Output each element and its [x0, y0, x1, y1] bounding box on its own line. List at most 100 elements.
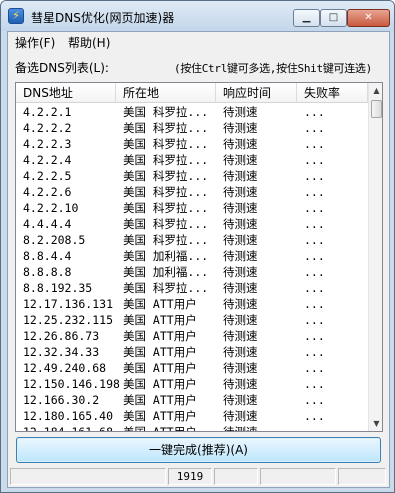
- table-row[interactable]: 12.166.30.2 美国 ATT用户 待测速...: [16, 392, 368, 408]
- location-cell: 美国 ATT用户: [123, 361, 197, 375]
- response-time-cell: 待测速: [223, 297, 258, 311]
- status-panel-1: [10, 468, 166, 485]
- location-cell: 美国 科罗拉...: [123, 217, 209, 231]
- failure-rate-cell: ...: [304, 233, 325, 247]
- location-cell: 美国 科罗拉...: [123, 137, 209, 151]
- dns-address-cell: 8.2.208.5: [23, 233, 86, 247]
- failure-rate-cell: ...: [304, 137, 325, 151]
- table-row[interactable]: 8.8.4.4 美国 加利福... 待测速...: [16, 248, 368, 264]
- one-click-optimize-button[interactable]: 一键完成(推荐)(A): [16, 437, 381, 463]
- table-row[interactable]: 12.17.136.131 美国 ATT用户 待测速...: [16, 296, 368, 312]
- dns-address-cell: 4.4.4.4: [23, 217, 72, 231]
- response-time-cell: 待测速: [223, 249, 258, 263]
- dns-address-cell: 12.150.146.198: [23, 377, 119, 391]
- location-cell: 美国 ATT用户: [123, 425, 197, 432]
- table-row[interactable]: 8.8.192.35 美国 科罗拉... 待测速...: [16, 280, 368, 296]
- title-bar[interactable]: ⚡ 彗星DNS优化(网页加速)器 ▁ □ ✕: [1, 1, 394, 31]
- column-header-location[interactable]: 所在地: [116, 83, 216, 103]
- response-time-cell: 待测速: [223, 105, 258, 119]
- minimize-button[interactable]: ▁: [293, 9, 320, 27]
- location-cell: 美国 科罗拉...: [123, 201, 209, 215]
- dns-address-cell: 8.8.192.35: [23, 281, 93, 295]
- dns-address-cell: 12.166.30.2: [23, 393, 100, 407]
- table-row[interactable]: 12.184.161.68 美国 ATT用户 待测速...: [16, 424, 368, 432]
- location-cell: 美国 科罗拉...: [123, 281, 209, 295]
- scroll-up-icon[interactable]: ▲: [369, 83, 382, 98]
- scroll-thumb[interactable]: [371, 100, 382, 118]
- location-cell: 美国 ATT用户: [123, 409, 197, 423]
- table-row[interactable]: 12.32.34.33 美国 ATT用户 待测速...: [16, 344, 368, 360]
- scroll-down-icon[interactable]: ▼: [369, 416, 382, 431]
- column-header-failure-rate[interactable]: 失败率: [297, 83, 368, 103]
- response-time-cell: 待测速: [223, 137, 258, 151]
- response-time-cell: 待测速: [223, 153, 258, 167]
- menu-operate[interactable]: 操作(F): [15, 34, 55, 51]
- response-time-cell: 待测速: [223, 377, 258, 391]
- table-row[interactable]: 8.2.208.5 美国 科罗拉... 待测速...: [16, 232, 368, 248]
- client-area: 操作(F) 帮助(H) 备选DNS列表(L): (按住Ctrl键可多选,按住Sh…: [7, 31, 390, 488]
- response-time-cell: 待测速: [223, 201, 258, 215]
- dns-address-cell: 12.26.86.73: [23, 329, 100, 343]
- window-title: 彗星DNS优化(网页加速)器: [31, 11, 175, 25]
- failure-rate-cell: ...: [304, 105, 325, 119]
- location-cell: 美国 科罗拉...: [123, 121, 209, 135]
- response-time-cell: 待测速: [223, 233, 258, 247]
- table-row[interactable]: 12.150.146.198 美国 ATT用户 待测速...: [16, 376, 368, 392]
- table-row[interactable]: 4.2.2.2 美国 科罗拉... 待测速...: [16, 120, 368, 136]
- location-cell: 美国 科罗拉...: [123, 169, 209, 183]
- table-row[interactable]: 12.180.165.40 美国 ATT用户 待测速...: [16, 408, 368, 424]
- dns-address-cell: 4.2.2.2: [23, 121, 72, 135]
- location-cell: 美国 ATT用户: [123, 297, 197, 311]
- table-row[interactable]: 4.2.2.3 美国 科罗拉... 待测速...: [16, 136, 368, 152]
- failure-rate-cell: ...: [304, 409, 325, 423]
- status-panel-3: [214, 468, 258, 485]
- status-count: 1919: [168, 468, 212, 485]
- location-cell: 美国 ATT用户: [123, 345, 197, 359]
- table-row[interactable]: 4.2.2.6 美国 科罗拉... 待测速...: [16, 184, 368, 200]
- response-time-cell: 待测速: [223, 185, 258, 199]
- response-time-cell: 待测速: [223, 281, 258, 295]
- dns-address-cell: 8.8.4.4: [23, 249, 72, 263]
- column-header-dns[interactable]: DNS地址: [16, 83, 116, 103]
- failure-rate-cell: ...: [304, 265, 325, 279]
- dns-address-cell: 12.49.240.68: [23, 361, 107, 375]
- table-row[interactable]: 4.2.2.1 美国 科罗拉... 待测速...: [16, 104, 368, 120]
- response-time-cell: 待测速: [223, 329, 258, 343]
- failure-rate-cell: ...: [304, 201, 325, 215]
- dns-address-cell: 4.2.2.5: [23, 169, 72, 183]
- table-row[interactable]: 8.8.8.8 美国 加利福... 待测速...: [16, 264, 368, 280]
- failure-rate-cell: ...: [304, 377, 325, 391]
- table-row[interactable]: 12.26.86.73 美国 ATT用户 待测速...: [16, 328, 368, 344]
- dns-address-cell: 4.2.2.1: [23, 105, 72, 119]
- failure-rate-cell: ...: [304, 217, 325, 231]
- failure-rate-cell: ...: [304, 345, 325, 359]
- dns-address-cell: 12.180.165.40: [23, 409, 114, 423]
- failure-rate-cell: ...: [304, 297, 325, 311]
- table-row[interactable]: 12.25.232.115 美国 ATT用户 待测速...: [16, 312, 368, 328]
- table-row[interactable]: 4.2.2.4 美国 科罗拉... 待测速...: [16, 152, 368, 168]
- dns-address-cell: 12.25.232.115: [23, 313, 114, 327]
- table-row[interactable]: 4.2.2.5 美国 科罗拉... 待测速...: [16, 168, 368, 184]
- close-button[interactable]: ✕: [347, 9, 390, 27]
- table-row[interactable]: 4.4.4.4 美国 科罗拉... 待测速...: [16, 216, 368, 232]
- failure-rate-cell: ...: [304, 425, 325, 432]
- location-cell: 美国 ATT用户: [123, 377, 197, 391]
- failure-rate-cell: ...: [304, 121, 325, 135]
- dns-list[interactable]: DNS地址 所在地 响应时间 失败率 4.2.2.1 美国 科罗拉... 待测速..…: [15, 82, 383, 432]
- location-cell: 美国 加利福...: [123, 249, 209, 263]
- status-panel-5: [338, 468, 386, 485]
- response-time-cell: 待测速: [223, 169, 258, 183]
- dns-address-cell: 4.2.2.6: [23, 185, 72, 199]
- status-bar: 1919: [8, 466, 389, 487]
- menu-help[interactable]: 帮助(H): [68, 34, 110, 51]
- location-cell: 美国 ATT用户: [123, 313, 197, 327]
- failure-rate-cell: ...: [304, 393, 325, 407]
- column-header-response-time[interactable]: 响应时间: [216, 83, 297, 103]
- location-cell: 美国 科罗拉...: [123, 105, 209, 119]
- maximize-button[interactable]: □: [320, 9, 347, 27]
- dns-list-label: 备选DNS列表(L):: [15, 61, 109, 75]
- vertical-scrollbar[interactable]: ▲ ▼: [368, 83, 382, 431]
- table-row[interactable]: 4.2.2.10 美国 科罗拉... 待测速...: [16, 200, 368, 216]
- table-row[interactable]: 12.49.240.68 美国 ATT用户 待测速...: [16, 360, 368, 376]
- response-time-cell: 待测速: [223, 425, 258, 432]
